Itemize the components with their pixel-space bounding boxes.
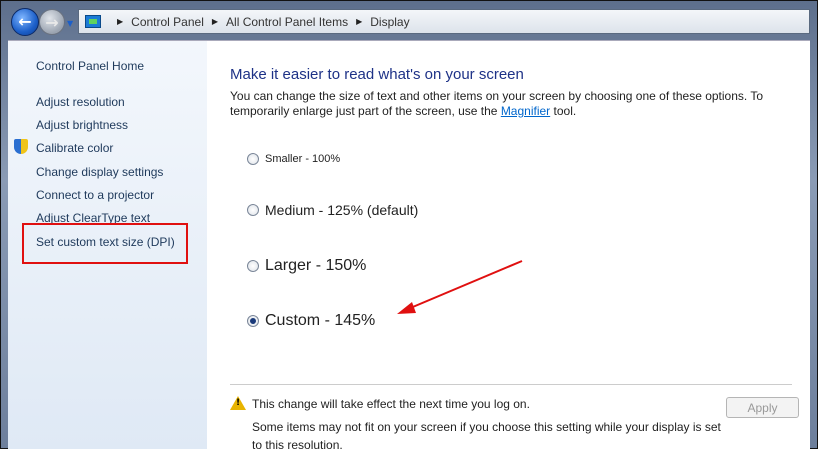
annotation-arrow: [397, 260, 523, 314]
